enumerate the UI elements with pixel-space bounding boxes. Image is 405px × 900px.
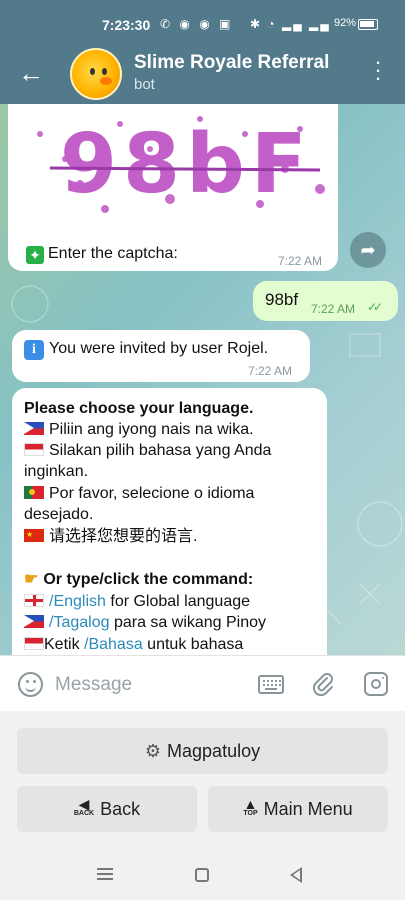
philippines-flag-icon — [24, 422, 44, 435]
chat-area[interactable]: 98bF ✦ Enter the captcha: 7:22 AM ➦ 98bf… — [0, 104, 405, 655]
avatar-beak — [100, 77, 112, 85]
language-option-chinese: 请选择您想要的语言. — [24, 525, 198, 547]
china-flag-icon — [24, 525, 44, 545]
top-icon-text: TOP — [243, 810, 258, 817]
bot-keyboard: ⚙ Magpatuloy ◀ BACK Back ▲ TOP Main Menu — [0, 711, 405, 855]
captcha-image-text: 98bF — [60, 117, 313, 212]
sparkle-icon: ✦ — [26, 246, 44, 264]
chat-header: ← Slime Royale Referral bot · · · — [0, 48, 405, 104]
command-text: Ketik — [44, 636, 85, 653]
message-time: 7:22 AM — [248, 364, 293, 378]
double-check-icon: ✓✓ — [367, 300, 383, 314]
captcha-image: 98bF — [37, 116, 325, 213]
captcha-caption: Enter the captcha: — [48, 245, 178, 262]
english-command-link[interactable]: /English — [49, 593, 106, 610]
back-icon: ◀ BACK — [73, 796, 95, 817]
gear-icon: ⚙ — [144, 740, 162, 761]
language-option-bahasa-cont: inginkan. — [24, 463, 89, 480]
language-text: Silakan pilih bahasa yang Anda — [49, 442, 272, 459]
language-text: Por favor, selecione o idioma — [49, 485, 255, 502]
chat-title[interactable]: Slime Royale Referral — [134, 52, 329, 74]
indonesia-flag-icon — [24, 443, 44, 456]
emoji-icon[interactable] — [18, 672, 43, 697]
more-vert-icon[interactable]: · · · — [372, 51, 384, 89]
portugal-flag-icon — [24, 486, 44, 499]
avatar-eye — [90, 68, 95, 75]
nav-back-icon[interactable] — [290, 867, 302, 883]
main-menu-label: Main Menu — [263, 798, 353, 819]
back-arrow-icon[interactable]: ← — [18, 58, 44, 88]
philippines-flag-icon — [24, 615, 44, 628]
language-option-tagalog: Piliin ang iyong nais na wika. — [24, 420, 254, 440]
command-bahasa: Ketik /Bahasa untuk bahasa — [24, 635, 243, 655]
command-text: for Global language — [105, 593, 251, 610]
forward-button[interactable]: ➦ — [350, 232, 386, 268]
status-time: 7:23:30 — [102, 17, 151, 33]
battery-percent: 92% — [334, 17, 357, 29]
recent-apps-icon[interactable] — [97, 868, 113, 882]
answer-text: 98bf — [265, 290, 299, 309]
language-option-portuguese: Por favor, selecione o idioma — [24, 484, 254, 504]
language-text: 请选择您想要的语言. — [49, 528, 198, 545]
avatar[interactable] — [70, 48, 122, 100]
back-label: Back — [100, 798, 141, 819]
continue-button[interactable]: ⚙ Magpatuloy — [17, 728, 388, 774]
message-time: 7:22 AM — [311, 302, 356, 316]
back-icon-text: BACK — [73, 810, 95, 817]
avatar-eye — [102, 68, 107, 75]
language-text: Piliin ang iyong nais na wika. — [49, 421, 254, 438]
command-heading: ☛ Or type/click the command: — [24, 570, 253, 590]
language-option-portuguese-cont: desejado. — [24, 506, 94, 523]
back-button[interactable]: ◀ BACK Back — [17, 786, 197, 832]
battery-icon — [358, 19, 378, 30]
command-text: para sa wikang Pinoy — [109, 614, 267, 631]
message-input[interactable] — [55, 672, 235, 698]
share-arrow-icon: ➦ — [360, 240, 376, 260]
home-icon[interactable] — [195, 868, 209, 882]
command-text: untuk bahasa — [142, 636, 244, 653]
status-bar: 7:23:30 ✆ ◉ ◉ ▣ ✱ ◔ ▂▄ ▂▄ 92% — [0, 0, 405, 48]
invite-message: i You were invited by user Rojel. 7:22 A… — [12, 330, 310, 382]
indonesia-flag-icon — [24, 637, 44, 650]
system-icons: ✱ ◔ ▂▄ ▂▄ — [250, 17, 331, 31]
bahasa-command-link[interactable]: /Bahasa — [84, 636, 143, 653]
language-message: Please choose your language. Piliin ang … — [12, 388, 327, 655]
continue-label: Magpatuloy — [167, 740, 261, 761]
command-heading-text: Or type/click the command: — [43, 571, 254, 588]
instagram-icon[interactable] — [364, 672, 388, 696]
command-tagalog: /Tagalog para sa wikang Pinoy — [24, 613, 266, 633]
message-composer — [0, 655, 405, 711]
captcha-answer-message: 98bf 7:22 AM ✓✓ — [253, 281, 398, 321]
captcha-message: 98bF ✦ Enter the captcha: 7:22 AM — [8, 104, 338, 271]
notification-icons: ✆ ◉ ◉ ▣ — [160, 17, 234, 31]
chat-subtitle: bot — [134, 76, 155, 93]
top-icon: ▲ TOP — [243, 796, 258, 817]
main-menu-button[interactable]: ▲ TOP Main Menu — [208, 786, 388, 832]
tagalog-command-link[interactable]: /Tagalog — [49, 614, 110, 631]
pointing-hand-icon: ☛ — [24, 571, 39, 588]
system-nav-bar — [0, 855, 405, 900]
invite-text: You were invited by user Rojel. — [49, 340, 269, 357]
language-heading: Please choose your language. — [24, 400, 254, 417]
message-time: 7:22 AM — [278, 254, 323, 268]
england-flag-icon — [24, 594, 44, 607]
paperclip-icon[interactable] — [311, 671, 335, 697]
language-option-bahasa: Silakan pilih bahasa yang Anda — [24, 441, 271, 461]
command-english: /English for Global language — [24, 592, 250, 612]
info-icon: i — [24, 340, 44, 360]
keyboard-icon[interactable] — [258, 675, 284, 694]
